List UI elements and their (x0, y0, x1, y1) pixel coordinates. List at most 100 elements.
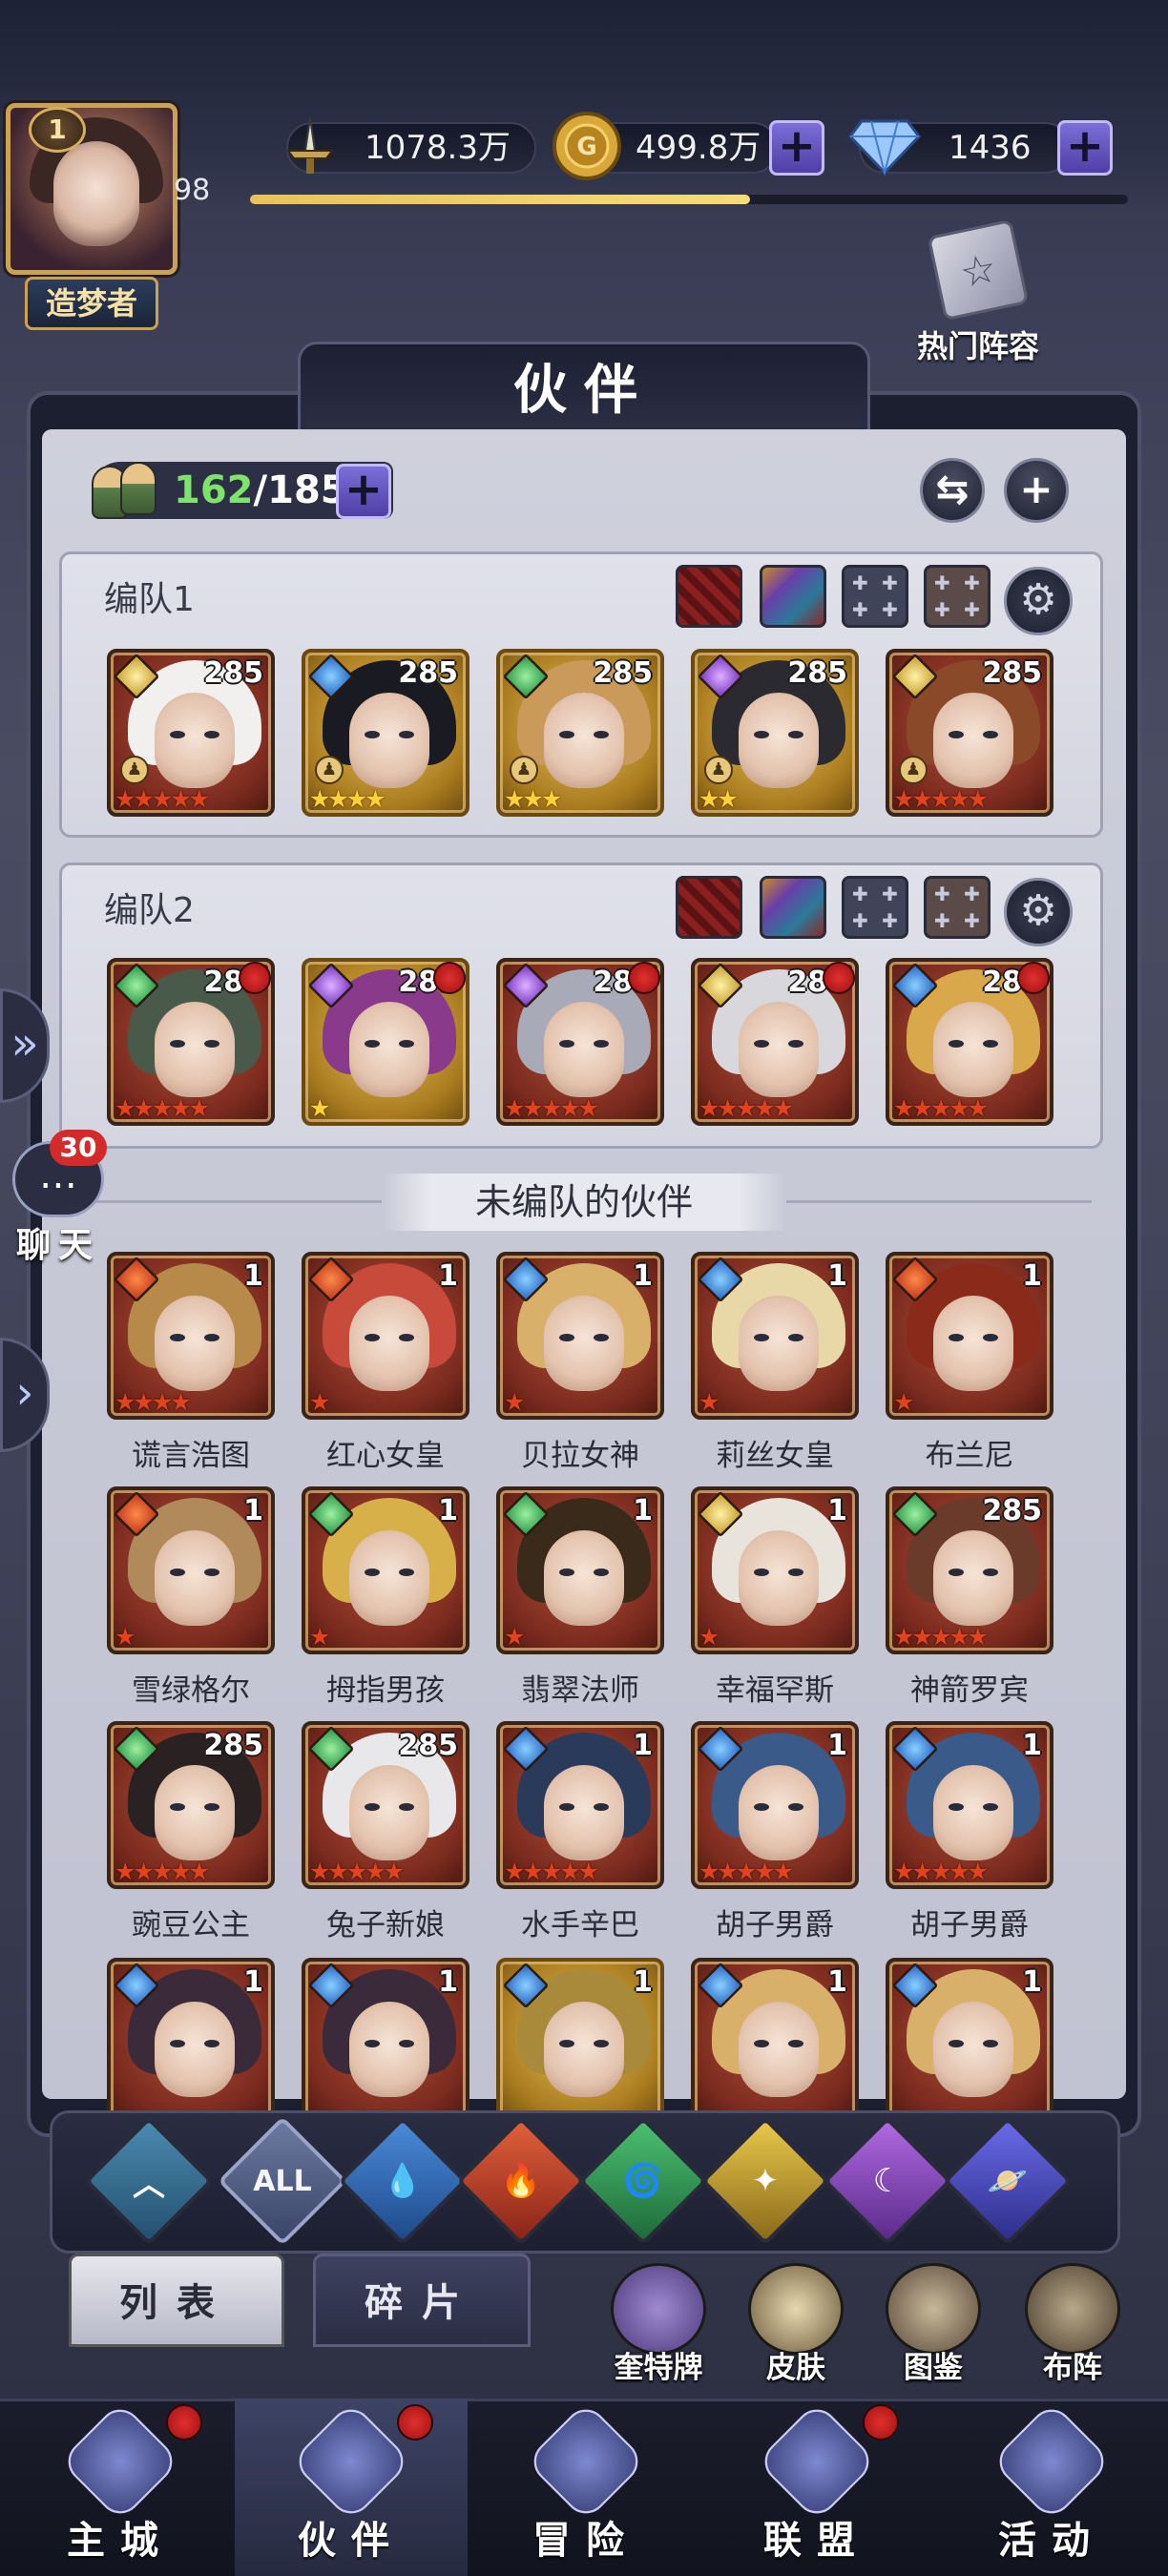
hero-stars: ★ (699, 1388, 720, 1416)
hero-stars: ★ (504, 1388, 525, 1416)
hero-card[interactable]: 285 ★★★★★ (302, 1721, 469, 1889)
hero-card[interactable]: 1 ★ (886, 1252, 1053, 1420)
hero-name: 莉丝女皇 (716, 1439, 834, 1473)
hero-stars: ★ (699, 1623, 720, 1651)
squad-hero-card[interactable]: 285 ★★★★★ (107, 958, 275, 1126)
partners-icon (88, 456, 160, 523)
hero-card[interactable]: 1 ★ (691, 1486, 859, 1654)
squad-2-grid-icon[interactable] (842, 876, 908, 939)
hero-card[interactable]: 1 ★ (496, 1252, 664, 1420)
hero-card[interactable]: 1 ★ (691, 1252, 859, 1420)
hero-card[interactable]: 1 ★ (496, 1486, 664, 1654)
hero-stars: ★ (309, 1094, 330, 1122)
hero-card[interactable]: 1 ★ (302, 1252, 469, 1420)
sword-icon (269, 105, 351, 187)
hero-card[interactable]: 1 ★★★★★ (886, 1721, 1053, 1889)
skins-button[interactable]: 皮肤 (739, 2263, 853, 2386)
squad-hero-card[interactable]: 285 ★★★★★ (496, 958, 664, 1126)
hero-stars: ★★★★★ (699, 1858, 794, 1885)
hero-name: 胡子男爵 (910, 1908, 1029, 1942)
hot-lineup-button[interactable]: 热门阵容 (907, 218, 1050, 370)
hero-name: 拇指男孩 (326, 1673, 445, 1708)
tab-list[interactable]: 列表 (69, 2254, 284, 2347)
hero-level: 1 (1022, 1965, 1042, 1999)
partner-count: 162/185 (174, 462, 347, 519)
squad-hero-card[interactable]: 285 ★★★★★ (691, 958, 859, 1126)
squad-hero-card[interactable]: 285 ★★★★ ♟ (302, 649, 469, 817)
nav-label: 冒险 (532, 2519, 639, 2563)
add-diamond-button[interactable]: + (1057, 120, 1113, 176)
shortcut-label: 奎特牌 (614, 2351, 703, 2385)
hero-card[interactable]: 1 ★ (302, 1486, 469, 1654)
formation-button[interactable]: 布阵 (1015, 2263, 1130, 2386)
squad-1-settings-icon[interactable]: ⚙ (1004, 567, 1073, 635)
squad-hero-card[interactable]: 285 ★★★★★ ♟ (886, 649, 1053, 817)
squad-hero-card[interactable]: 285 ★★ ♟ (691, 649, 859, 817)
hero-card[interactable]: 1 (302, 1958, 469, 2126)
hero-card[interactable]: 1 (496, 1958, 664, 2126)
hero-level: 1 (827, 1494, 847, 1527)
hero-name: 谎言浩图 (132, 1439, 250, 1473)
squad-1-element-icon[interactable] (760, 565, 826, 628)
squad-hero-card[interactable]: 285 ★ (302, 958, 469, 1126)
divider (76, 1200, 382, 1203)
nav-item-2[interactable]: 冒险 (469, 2399, 702, 2576)
fire-filter-icon: 🔥 (500, 2162, 542, 2200)
chat-button[interactable]: … 30 聊天 (6, 1130, 111, 1265)
hero-level: 1 (633, 1965, 653, 1999)
hero-stars: ★★★★★ (115, 1094, 210, 1122)
unassigned-banner: 未编队的伙伴 (382, 1174, 786, 1231)
squad-2-settings-icon[interactable]: ⚙ (1004, 878, 1073, 946)
squad-1-lock-icon[interactable] (924, 565, 991, 628)
codex-button[interactable]: 图鉴 (876, 2263, 991, 2386)
nav-label: 伙伴 (298, 2519, 405, 2563)
hero-level: 1 (438, 1259, 458, 1293)
squad-2-formation-icon[interactable] (676, 876, 742, 939)
hero-level: 1 (633, 1259, 653, 1293)
squad-2-lock-icon[interactable] (924, 876, 991, 939)
squad-hero-card[interactable]: 285 ★★★ ♟ (496, 649, 664, 817)
hero-stars: ★★ (699, 785, 739, 813)
hero-card[interactable]: 1 ★★★★ (107, 1252, 275, 1420)
shortcut-label: 皮肤 (766, 2351, 825, 2385)
nav-item-4[interactable]: 活动 (935, 2399, 1168, 2576)
formation-icon (1025, 2263, 1120, 2355)
add-gold-button[interactable]: + (769, 120, 824, 176)
hero-level: 1 (438, 1494, 458, 1527)
nav-icon (756, 2400, 878, 2523)
hero-level: 285 (203, 1729, 263, 1762)
hero-level: 1 (827, 1259, 847, 1293)
player-title[interactable]: 造梦者 (25, 277, 158, 330)
squad-2-element-icon[interactable] (760, 876, 826, 939)
squad-name: 编队2 (104, 891, 195, 930)
expand-capacity-button[interactable]: + (336, 464, 391, 519)
hero-stars: ★ (115, 1623, 136, 1651)
shortcut-label: 图鉴 (904, 2351, 963, 2385)
hero-name: 贝拉女神 (521, 1439, 639, 1473)
all-filter-icon: ALL (253, 2164, 312, 2198)
hero-card[interactable]: 1 (107, 1958, 275, 2126)
svg-text:G: G (576, 133, 596, 161)
squad-1-grid-icon[interactable] (842, 565, 908, 628)
add-squad-button[interactable]: + (1004, 458, 1069, 523)
hero-card[interactable]: 1 ★★★★★ (496, 1721, 664, 1889)
hero-card[interactable]: 285 ★★★★★ (886, 1486, 1053, 1654)
hero-card[interactable]: 285 ★★★★★ (107, 1721, 275, 1889)
hero-card[interactable]: 1 (886, 1958, 1053, 2126)
hero-name: 红心女皇 (326, 1439, 445, 1473)
page-title: 伙伴 (513, 360, 655, 422)
hero-card[interactable]: 1 ★★★★★ (691, 1721, 859, 1889)
nav-icon (59, 2400, 181, 2523)
swap-button[interactable]: ⇆ (920, 458, 985, 523)
base-filter-icon: ︿ (133, 2165, 165, 2204)
hero-card[interactable]: 1 ★ (107, 1486, 275, 1654)
squad-1-formation-icon[interactable] (676, 565, 742, 628)
squad-hero-card[interactable]: 285 ★★★★★ (886, 958, 1053, 1126)
quest-cards-button[interactable]: 奎特牌 (601, 2263, 716, 2386)
hero-name: 豌豆公主 (132, 1908, 250, 1942)
tab-fragments[interactable]: 碎片 (313, 2254, 531, 2347)
squad-hero-card[interactable]: 285 ★★★★★ ♟ (107, 649, 275, 817)
cosmic-filter-icon: 🪐 (987, 2162, 1029, 2200)
role-icon: ♟ (704, 756, 733, 784)
hero-card[interactable]: 1 (691, 1958, 859, 2126)
